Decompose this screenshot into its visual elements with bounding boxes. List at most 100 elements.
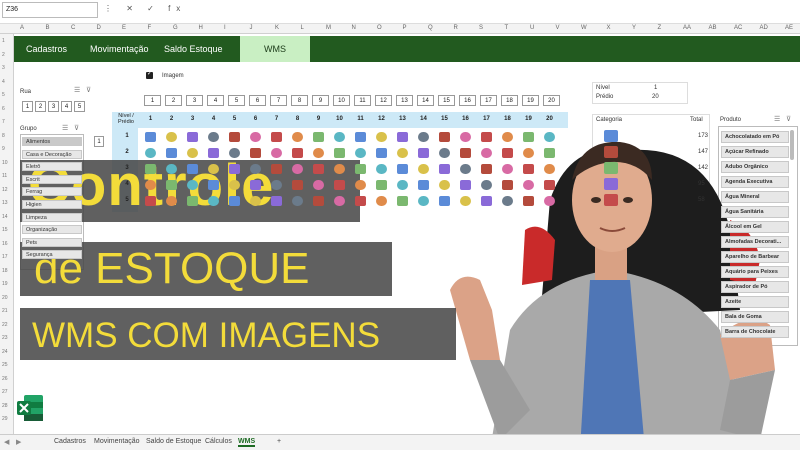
- grid-cell[interactable]: [499, 146, 516, 160]
- column-header[interactable]: K: [275, 25, 279, 31]
- grid-cell[interactable]: [541, 146, 558, 160]
- predio-button[interactable]: 18: [501, 95, 518, 106]
- column-header[interactable]: J: [250, 25, 253, 31]
- grid-cell[interactable]: [184, 194, 201, 208]
- grid-cell[interactable]: [184, 146, 201, 160]
- column-header[interactable]: A: [20, 25, 24, 31]
- grid-cell[interactable]: [163, 146, 180, 160]
- column-header[interactable]: L: [301, 25, 304, 31]
- produto-item[interactable]: Barra de Chocolate: [721, 326, 789, 338]
- grid-cell[interactable]: [457, 146, 474, 160]
- grid-cell[interactable]: [331, 194, 348, 208]
- grid-cell[interactable]: [226, 194, 243, 208]
- column-header[interactable]: R: [454, 25, 458, 31]
- column-header[interactable]: O: [377, 25, 382, 31]
- row-header[interactable]: 5: [2, 92, 5, 98]
- nav-cadastros[interactable]: Cadastros: [26, 36, 67, 62]
- grupo-item[interactable]: Pets: [22, 237, 82, 247]
- produto-item[interactable]: Bala de Goma: [721, 311, 789, 323]
- grid-cell[interactable]: [478, 162, 495, 176]
- predio-button[interactable]: 3: [186, 95, 203, 106]
- grid-cell[interactable]: [457, 162, 474, 176]
- column-header[interactable]: C: [71, 25, 75, 31]
- grid-cell[interactable]: [499, 178, 516, 192]
- level-button[interactable]: 1: [94, 136, 104, 147]
- tab-cadastros[interactable]: Cadastros: [54, 438, 86, 445]
- row-header[interactable]: 23: [2, 335, 8, 341]
- column-header[interactable]: E: [122, 25, 126, 31]
- column-header[interactable]: T: [505, 25, 509, 31]
- tab-next-icon[interactable]: ▶: [16, 438, 21, 446]
- grid-cell[interactable]: [373, 178, 390, 192]
- grid-cell[interactable]: [499, 162, 516, 176]
- row-header[interactable]: 14: [2, 214, 8, 220]
- grid-cell[interactable]: [268, 194, 285, 208]
- imagem-checkbox[interactable]: ✓: [146, 71, 153, 79]
- grid-cell[interactable]: [289, 178, 306, 192]
- grupo-item[interactable]: Ferrag: [22, 187, 82, 197]
- column-header[interactable]: N: [352, 25, 356, 31]
- grid-cell[interactable]: [436, 146, 453, 160]
- grid-cell[interactable]: [247, 178, 264, 192]
- grid-cell[interactable]: [436, 178, 453, 192]
- predio-button[interactable]: 14: [417, 95, 434, 106]
- column-header[interactable]: F: [148, 25, 152, 31]
- grupo-multiselect-icon[interactable]: ☰: [62, 124, 68, 132]
- row-header[interactable]: 15: [2, 227, 8, 233]
- grid-cell[interactable]: [373, 162, 390, 176]
- produto-item[interactable]: Azeite: [721, 296, 789, 308]
- column-header[interactable]: W: [581, 25, 587, 31]
- tab-movimentacao[interactable]: Movimentação: [94, 438, 140, 445]
- row-header[interactable]: 28: [2, 403, 8, 409]
- grid-cell[interactable]: [415, 162, 432, 176]
- predio-button[interactable]: 19: [522, 95, 539, 106]
- column-header[interactable]: Y: [632, 25, 636, 31]
- grid-cell[interactable]: [163, 194, 180, 208]
- grid-cell[interactable]: [352, 178, 369, 192]
- grid-cell[interactable]: [310, 194, 327, 208]
- grid-cell[interactable]: [289, 146, 306, 160]
- grid-cell[interactable]: [226, 130, 243, 144]
- grid-cell[interactable]: [436, 130, 453, 144]
- rua-button[interactable]: 4: [61, 101, 72, 112]
- grid-cell[interactable]: [478, 194, 495, 208]
- produto-item[interactable]: Almofadas Decorati...: [721, 236, 789, 248]
- column-header[interactable]: U: [530, 25, 534, 31]
- row-header[interactable]: 7: [2, 119, 5, 125]
- grid-cell[interactable]: [205, 194, 222, 208]
- grid-cell[interactable]: [142, 194, 159, 208]
- column-header[interactable]: AE: [785, 25, 793, 31]
- predio-button[interactable]: 5: [228, 95, 245, 106]
- grupo-clear-filter-icon[interactable]: ⊽: [74, 124, 79, 132]
- grid-cell[interactable]: [310, 130, 327, 144]
- produto-item[interactable]: Adubo Orgânico: [721, 161, 789, 173]
- row-header[interactable]: 18: [2, 268, 8, 274]
- grid-cell[interactable]: [457, 194, 474, 208]
- grid-cell[interactable]: [436, 194, 453, 208]
- clear-filter-icon[interactable]: ⊽: [86, 86, 91, 94]
- grid-cell[interactable]: [205, 178, 222, 192]
- grid-cell[interactable]: [415, 178, 432, 192]
- grid-cell[interactable]: [331, 178, 348, 192]
- grid-cell[interactable]: [415, 146, 432, 160]
- grid-cell[interactable]: [415, 194, 432, 208]
- grupo-item[interactable]: Higien: [22, 200, 82, 209]
- grid-cell[interactable]: [457, 178, 474, 192]
- grid-cell[interactable]: [247, 162, 264, 176]
- row-header[interactable]: 12: [2, 187, 8, 193]
- grid-cell[interactable]: [184, 178, 201, 192]
- grupo-item[interactable]: Escrit: [22, 174, 82, 184]
- row-header[interactable]: 29: [2, 416, 8, 422]
- grid-cell[interactable]: [268, 162, 285, 176]
- grid-cell[interactable]: [184, 162, 201, 176]
- grid-cell[interactable]: [499, 130, 516, 144]
- grid-cell[interactable]: [142, 130, 159, 144]
- row-header[interactable]: 17: [2, 254, 8, 260]
- column-header[interactable]: P: [403, 25, 407, 31]
- row-header[interactable]: 1: [2, 38, 5, 44]
- nav-movimentacao[interactable]: Movimentação: [90, 36, 149, 62]
- grupo-item[interactable]: Limpeza: [22, 212, 82, 222]
- grid-cell[interactable]: [331, 146, 348, 160]
- grid-cell[interactable]: [436, 162, 453, 176]
- grid-cell[interactable]: [541, 194, 558, 208]
